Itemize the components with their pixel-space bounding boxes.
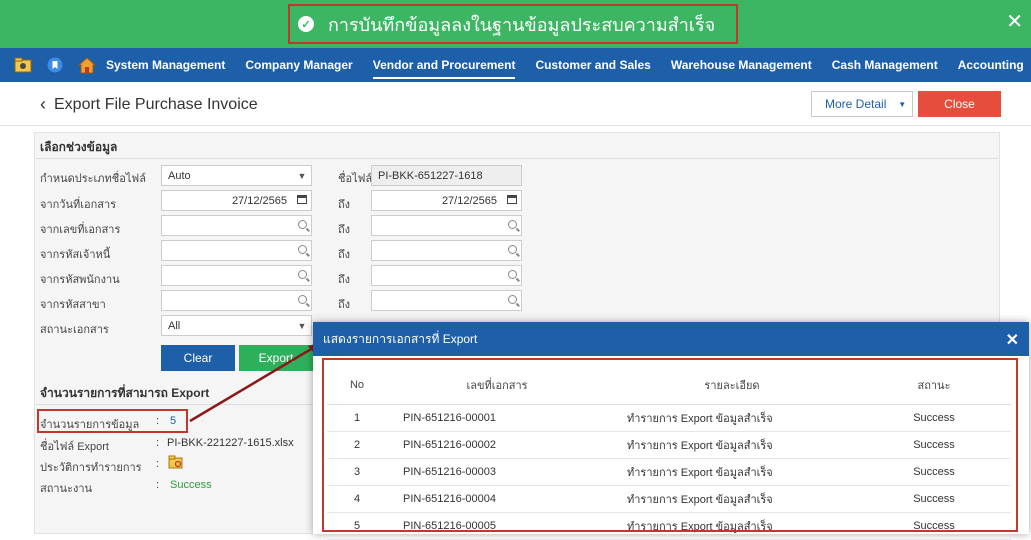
modal-close-icon[interactable]: ✕ bbox=[1006, 330, 1019, 350]
modal-title: แสดงรายการเอกสารที่ Export bbox=[323, 331, 478, 346]
table-highlight-box bbox=[322, 358, 1018, 532]
modal-header: แสดงรายการเอกสารที่ Export ✕ bbox=[313, 322, 1029, 356]
export-result-modal: แสดงรายการเอกสารที่ Export ✕ No เลขที่เอ… bbox=[313, 322, 1029, 540]
